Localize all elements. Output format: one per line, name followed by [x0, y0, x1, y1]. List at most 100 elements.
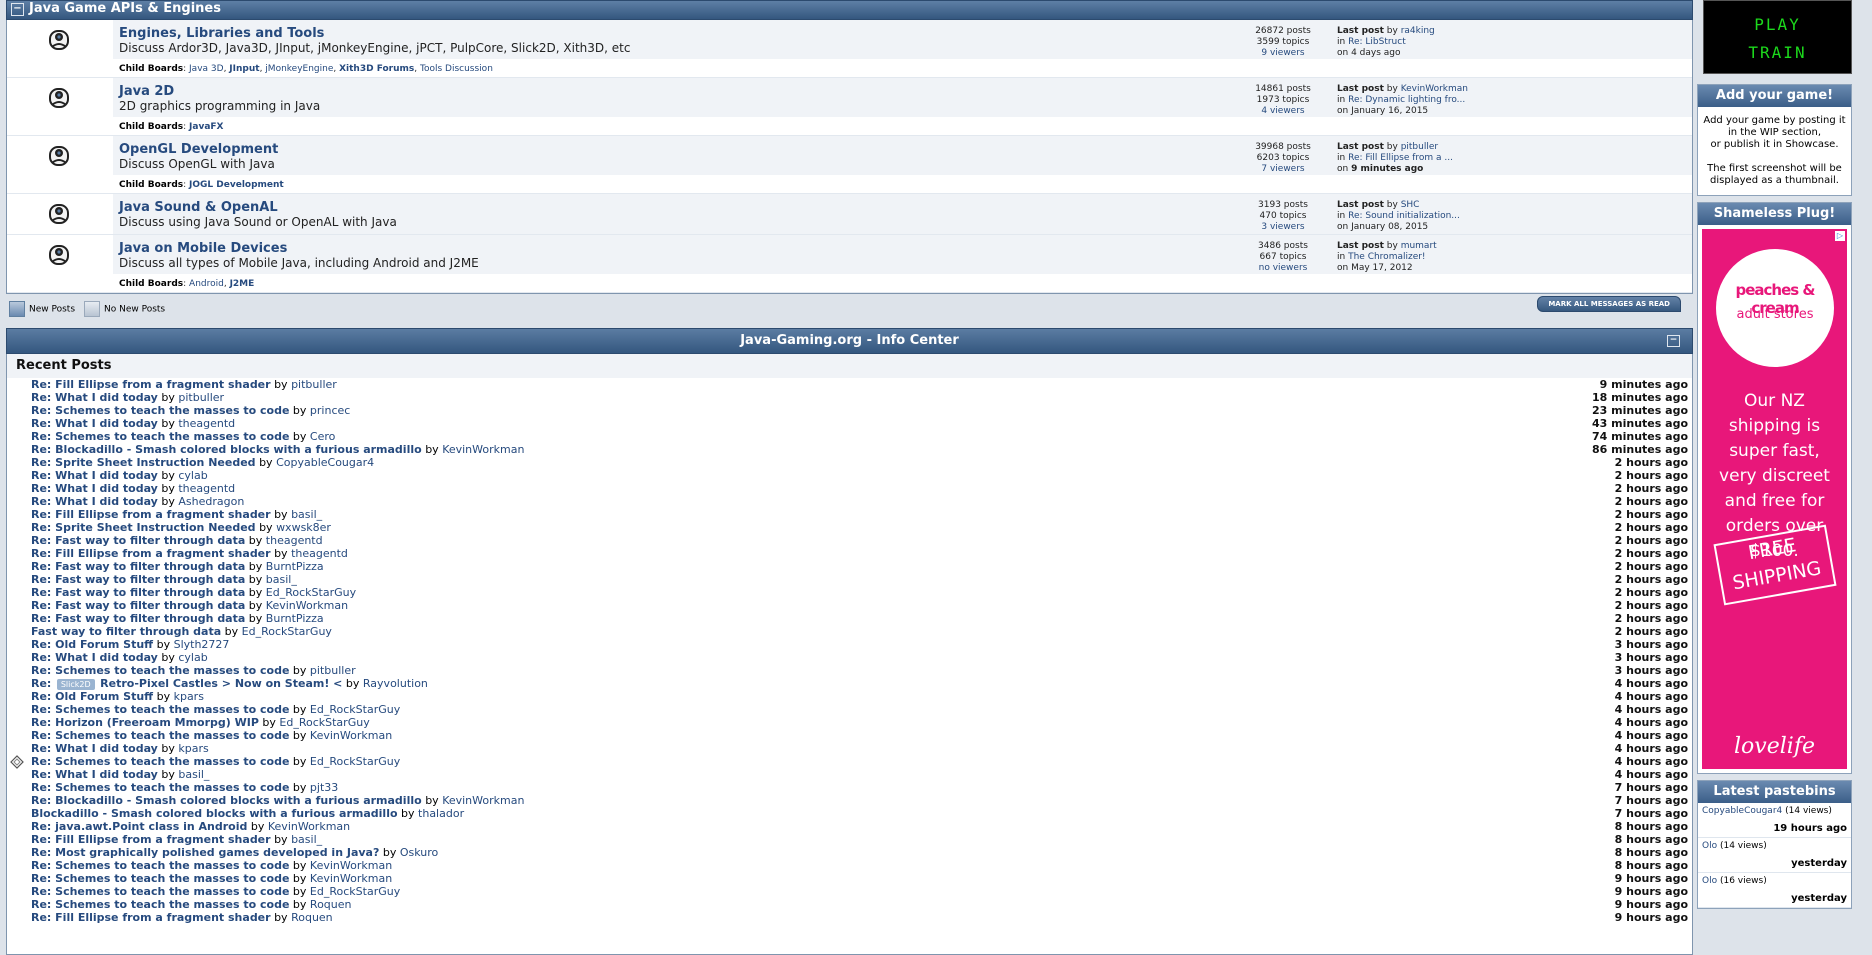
child-board-link[interactable]: Java 3D — [189, 64, 224, 74]
last-post-user[interactable]: pitbuller — [1401, 142, 1438, 152]
child-board-link[interactable]: Tools Discussion — [420, 64, 493, 74]
recent-post-user-link[interactable]: Ed_RockStarGuy — [279, 716, 369, 729]
recent-post-user-link[interactable]: Ed_RockStarGuy — [266, 586, 356, 599]
recent-post-topic-link[interactable]: Re: Schemes to teach the masses to code — [31, 755, 289, 768]
recent-post-user-link[interactable]: basil_ — [291, 833, 322, 846]
last-post-topic[interactable]: The Chromalizer! — [1348, 252, 1425, 262]
recent-post-user-link[interactable]: theagentd — [266, 534, 323, 547]
board-status-icon[interactable] — [47, 202, 71, 226]
last-post-user[interactable]: SHC — [1401, 200, 1420, 210]
recent-post-user-link[interactable]: Ed_RockStarGuy — [242, 625, 332, 638]
recent-post-user-link[interactable]: pitbuller — [178, 391, 224, 404]
recent-post-user-link[interactable]: KevinWorkman — [268, 820, 350, 833]
topic-prefix-tag[interactable]: Slick2D — [56, 679, 95, 690]
last-post-user[interactable]: mumart — [1401, 241, 1437, 251]
recent-post-topic-link[interactable]: Retro-Pixel Castles > Now on Steam! < — [100, 677, 342, 690]
recent-post-topic-link[interactable]: Re: Horizon (Freeroam Mmorpg) WIP — [31, 716, 259, 729]
recent-post-topic-link[interactable]: Re: What I did today — [31, 768, 158, 781]
board-status-icon[interactable] — [47, 86, 71, 110]
recent-post-topic-link[interactable]: Re: Fill Ellipse from a fragment shader — [31, 833, 271, 846]
collapse-category-icon[interactable]: − — [11, 3, 24, 16]
recent-post-topic-link[interactable]: Re: Schemes to teach the masses to code — [31, 404, 289, 417]
child-board-link[interactable]: JavaFX — [189, 122, 223, 132]
recent-post-topic-link[interactable]: Re: What I did today — [31, 482, 158, 495]
recent-post-user-link[interactable]: princec — [310, 404, 350, 417]
mark-all-read-button[interactable]: MARK ALL MESSAGES AS READ — [1537, 296, 1681, 312]
recent-post-user-link[interactable]: theagentd — [178, 417, 235, 430]
recent-post-topic-link[interactable]: Re: Schemes to teach the masses to code — [31, 430, 289, 443]
recent-post-topic-link[interactable]: Re: Schemes to teach the masses to code — [31, 859, 289, 872]
recent-post-topic-link[interactable]: Re: Fast way to filter through data — [31, 586, 245, 599]
recent-post-topic-link[interactable]: Re: Fill Ellipse from a fragment shader — [31, 508, 271, 521]
recent-post-topic-link[interactable]: Re: What I did today — [31, 469, 158, 482]
recent-post-topic-link[interactable]: Re: java.awt.Point class in Android — [31, 820, 247, 833]
recent-post-user-link[interactable]: KevinWorkman — [310, 872, 392, 885]
recent-post-user-link[interactable]: Roquen — [310, 898, 352, 911]
recent-post-prefix[interactable]: Re: — [31, 677, 51, 690]
board-viewers[interactable]: 7 viewers — [1243, 164, 1323, 175]
recent-post-user-link[interactable]: Ed_RockStarGuy — [310, 755, 400, 768]
recent-post-user-link[interactable]: BurntPizza — [266, 560, 324, 573]
recent-post-topic-link[interactable]: Re: Schemes to teach the masses to code — [31, 703, 289, 716]
add-game-line1[interactable]: Add your game by posting it in the WIP s… — [1703, 115, 1845, 138]
recent-post-user-link[interactable]: theagentd — [178, 482, 235, 495]
child-board-link[interactable]: J2ME — [230, 279, 255, 289]
recent-post-topic-link[interactable]: Re: Sprite Sheet Instruction Needed — [31, 456, 256, 469]
recent-post-user-link[interactable]: pitbuller — [291, 378, 337, 391]
recent-post-topic-link[interactable]: Re: Schemes to teach the masses to code — [31, 898, 289, 911]
last-post-topic[interactable]: Re: Dynamic lighting fro... — [1348, 95, 1465, 105]
recent-post-user-link[interactable]: Cero — [310, 430, 335, 443]
recent-post-user-link[interactable]: pitbuller — [310, 664, 356, 677]
add-game-line2[interactable]: or publish it in Showcase. — [1710, 139, 1838, 150]
recent-post-topic-link[interactable]: Fast way to filter through data — [31, 625, 221, 638]
recent-post-topic-link[interactable]: Re: Old Forum Stuff — [31, 690, 153, 703]
last-post-topic[interactable]: Re: Fill Ellipse from a ... — [1348, 153, 1453, 163]
last-post-topic[interactable]: Re: LibStruct — [1348, 37, 1406, 47]
recent-post-topic-link[interactable]: Re: Fast way to filter through data — [31, 612, 245, 625]
board-viewers[interactable]: 3 viewers — [1243, 222, 1323, 233]
pastebin-author[interactable]: CopyableCougar4 — [1702, 806, 1782, 816]
last-post-topic[interactable]: Re: Sound initialization... — [1348, 211, 1460, 221]
pastebin-item[interactable]: CopyableCougar4 (14 views) 19 hours ago — [1698, 803, 1851, 838]
recent-post-user-link[interactable]: thalador — [418, 807, 464, 820]
recent-post-user-link[interactable]: KevinWorkman — [442, 794, 524, 807]
recent-post-user-link[interactable]: Slyth2727 — [174, 638, 230, 651]
pastebin-item[interactable]: Olo (16 views) yesterday — [1698, 873, 1851, 908]
recent-post-topic-link[interactable]: Re: Most graphically polished games deve… — [31, 846, 379, 859]
child-board-link[interactable]: jMonkeyEngine — [265, 64, 333, 74]
recent-post-topic-link[interactable]: Re: What I did today — [31, 651, 158, 664]
recent-post-user-link[interactable]: basil_ — [291, 508, 322, 521]
board-status-icon[interactable] — [47, 28, 71, 52]
recent-post-topic-link[interactable]: Re: What I did today — [31, 417, 158, 430]
recent-post-topic-link[interactable]: Re: Sprite Sheet Instruction Needed — [31, 521, 256, 534]
recent-post-topic-link[interactable]: Re: Schemes to teach the masses to code — [31, 885, 289, 898]
recent-post-user-link[interactable]: wxwsk8er — [276, 521, 331, 534]
recent-post-user-link[interactable]: pjt33 — [310, 781, 338, 794]
recent-post-user-link[interactable]: basil_ — [266, 573, 297, 586]
recent-post-topic-link[interactable]: Re: Schemes to teach the masses to code — [31, 872, 289, 885]
recent-post-topic-link[interactable]: Re: What I did today — [31, 391, 158, 404]
last-post-user[interactable]: KevinWorkman — [1401, 84, 1468, 94]
recent-post-user-link[interactable]: CopyableCougar4 — [276, 456, 374, 469]
recent-post-topic-link[interactable]: Re: Fast way to filter through data — [31, 560, 245, 573]
recent-post-topic-link[interactable]: Re: Fill Ellipse from a fragment shader — [31, 378, 271, 391]
board-status-icon[interactable] — [47, 243, 71, 267]
recent-post-user-link[interactable]: cylab — [178, 651, 207, 664]
recent-post-topic-link[interactable]: Re: Schemes to teach the masses to code — [31, 664, 289, 677]
collapse-info-center-icon[interactable]: − — [1667, 335, 1680, 347]
recent-post-user-link[interactable]: Ed_RockStarGuy — [310, 885, 400, 898]
recent-post-user-link[interactable]: basil_ — [178, 768, 209, 781]
play-train-banner[interactable]: PLAY TRAIN — [1703, 0, 1852, 74]
recent-post-topic-link[interactable]: Re: Old Forum Stuff — [31, 638, 153, 651]
child-board-link[interactable]: JInput — [229, 64, 259, 74]
recent-post-topic-link[interactable]: Re: Fast way to filter through data — [31, 534, 245, 547]
board-viewers[interactable]: 9 viewers — [1243, 48, 1323, 59]
child-board-link[interactable]: Xith3D Forums — [339, 64, 414, 74]
recent-post-topic-link[interactable]: Re: Blockadillo - Smash colored blocks w… — [31, 794, 422, 807]
recent-post-topic-link[interactable]: Re: Blockadillo - Smash colored blocks w… — [31, 443, 422, 456]
board-viewers[interactable]: no viewers — [1243, 263, 1323, 274]
pastebin-author[interactable]: Olo — [1702, 841, 1717, 851]
ad-choices-icon[interactable]: ▷ — [1835, 231, 1845, 241]
recent-post-user-link[interactable]: BurntPizza — [266, 612, 324, 625]
recent-post-user-link[interactable]: KevinWorkman — [266, 599, 348, 612]
